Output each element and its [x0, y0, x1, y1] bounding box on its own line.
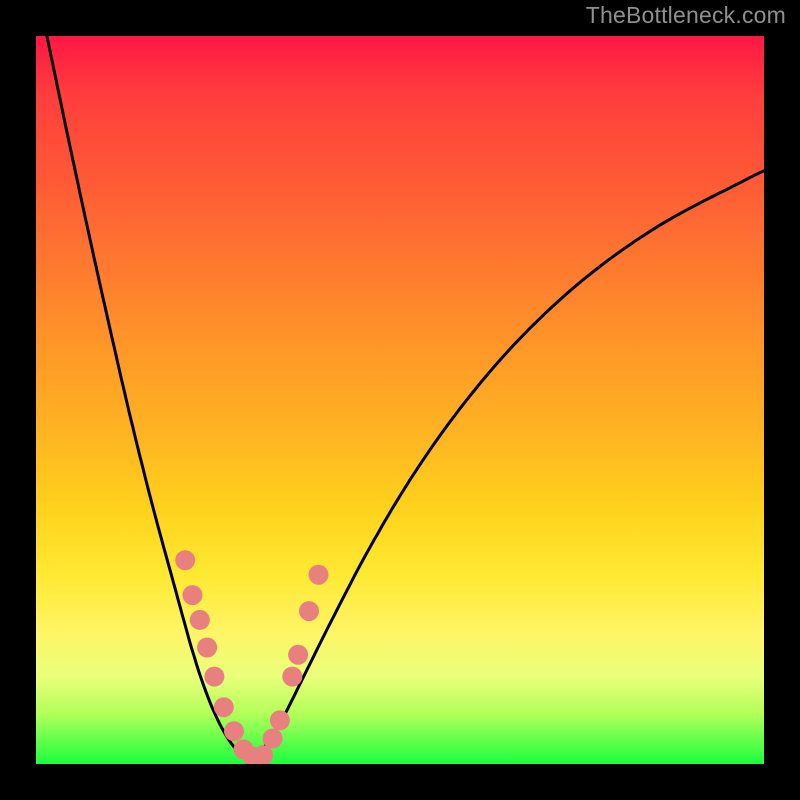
- highlight-dot: [197, 638, 217, 658]
- highlight-dot: [190, 610, 210, 630]
- highlight-dot: [309, 565, 329, 585]
- highlight-dot: [183, 585, 203, 605]
- curve-right-branch: [251, 171, 764, 761]
- watermark-text: TheBottleneck.com: [586, 2, 786, 29]
- highlight-dot: [288, 645, 308, 665]
- highlight-dot: [299, 601, 319, 621]
- highlight-dots: [175, 550, 328, 764]
- highlight-dot: [214, 697, 234, 717]
- curve-left-branch: [47, 36, 251, 760]
- highlight-dot: [263, 729, 283, 749]
- curve-svg: [36, 36, 764, 764]
- highlight-dot: [175, 550, 195, 570]
- plot-area: [36, 36, 764, 764]
- chart-frame: TheBottleneck.com: [0, 0, 800, 800]
- highlight-dot: [204, 667, 224, 687]
- highlight-dot: [282, 667, 302, 687]
- highlight-dot: [224, 721, 244, 741]
- highlight-dot: [270, 710, 290, 730]
